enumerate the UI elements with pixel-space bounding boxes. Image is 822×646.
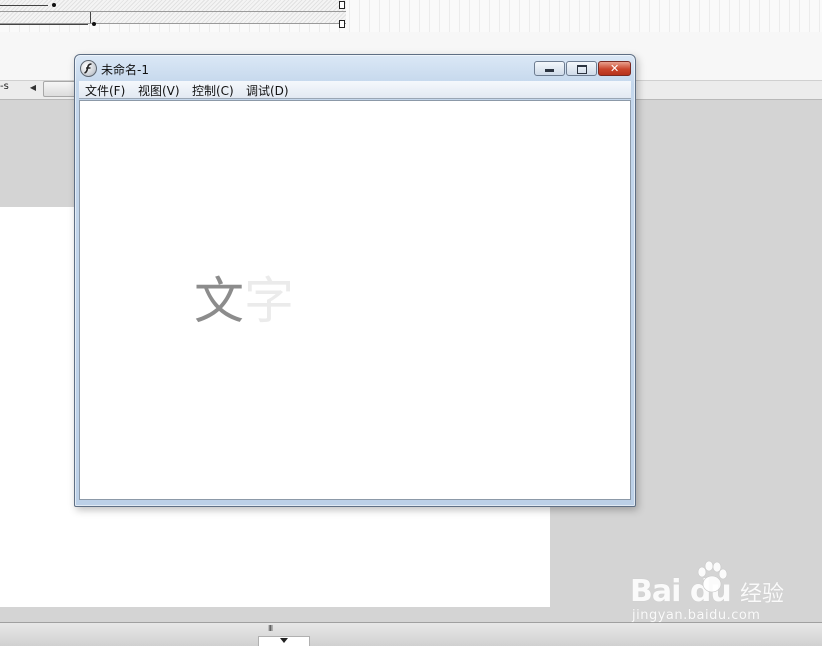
chevron-down-icon[interactable] — [280, 638, 288, 643]
minimize-icon — [545, 69, 554, 72]
end-frame-marker[interactable] — [339, 20, 345, 28]
menu-control[interactable]: 控制(C) — [190, 82, 236, 99]
watermark-cn: 经验 — [740, 582, 785, 607]
flash-player-icon[interactable] — [80, 60, 97, 77]
menu-debug[interactable]: 调试(D) — [244, 82, 291, 99]
screen: -s ◀ III 未命名-1 ✕ 文件(F) 视图(V) 控制(C) 调试(D)… — [0, 0, 822, 646]
keyframe-dot[interactable] — [92, 22, 96, 26]
menu-bar: 文件(F) 视图(V) 控制(C) 调试(D) — [79, 81, 631, 99]
stage-char-2: 字 — [244, 272, 294, 330]
title-bar[interactable]: 未命名-1 ✕ — [75, 55, 635, 81]
minimize-button[interactable] — [534, 61, 565, 76]
stage-text: 文字 — [194, 271, 294, 331]
paw-icon — [697, 560, 728, 593]
player-stage[interactable]: 文字 — [79, 100, 631, 500]
stage-char-1: 文 — [194, 272, 244, 330]
maximize-button[interactable] — [566, 61, 597, 76]
panel-grip-icon[interactable]: III — [268, 624, 273, 633]
tween-arrow — [0, 24, 88, 25]
baidu-jingyan-watermark: Bai du 经验 jingyan.baidu.com — [630, 560, 790, 630]
horizontal-scroll-thumb[interactable] — [43, 81, 77, 97]
scroll-left-icon[interactable]: ◀ — [26, 81, 40, 95]
close-icon: ✕ — [610, 62, 620, 75]
tween-arrow — [0, 5, 48, 6]
maximize-icon — [577, 65, 587, 74]
timeline-layer-row[interactable] — [0, 12, 346, 24]
watermark-url: jingyan.baidu.com — [632, 608, 761, 623]
end-frame-marker[interactable] — [339, 1, 345, 9]
frame-divider — [90, 12, 91, 23]
menu-view[interactable]: 视图(V) — [136, 82, 182, 99]
window-title: 未命名-1 — [101, 63, 149, 77]
close-button[interactable]: ✕ — [598, 61, 631, 76]
keyframe-dot[interactable] — [52, 3, 56, 7]
scene-label[interactable]: -s — [0, 81, 9, 92]
flash-player-window: 未命名-1 ✕ 文件(F) 视图(V) 控制(C) 调试(D) 文字 — [74, 54, 636, 507]
menu-file[interactable]: 文件(F) — [83, 82, 127, 99]
